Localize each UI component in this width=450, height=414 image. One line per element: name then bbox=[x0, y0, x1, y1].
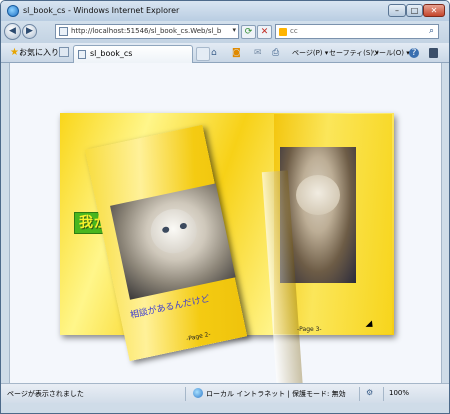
stop-button[interactable]: ✕ bbox=[257, 25, 272, 39]
protected-mode-icon[interactable]: ⚙ bbox=[366, 388, 373, 397]
zoom-level[interactable]: 100% bbox=[389, 389, 409, 397]
status-separator bbox=[185, 387, 186, 401]
home-icon[interactable]: ⌂ bbox=[211, 47, 217, 60]
tab-page-icon bbox=[78, 50, 86, 59]
search-input[interactable]: cc bbox=[290, 27, 298, 35]
help-icon[interactable]: ? bbox=[409, 48, 419, 58]
tab-label: sl_book_cs bbox=[90, 49, 133, 58]
star-icon: ★ bbox=[10, 47, 19, 58]
quick-tabs-icon[interactable] bbox=[59, 47, 69, 57]
page-icon bbox=[59, 27, 68, 36]
security-zone[interactable]: ローカル イントラネット | 保護モード: 無効 bbox=[206, 389, 346, 399]
close-button[interactable]: ✕ bbox=[423, 4, 445, 17]
feeds-icon[interactable]: ◙ bbox=[232, 47, 241, 60]
window-title: sl_book_cs - Windows Internet Explorer bbox=[23, 6, 180, 15]
page-menu[interactable]: ページ(P) ▾ bbox=[292, 47, 328, 60]
live-search-icon bbox=[279, 28, 287, 36]
status-text: ページが表示されました bbox=[7, 390, 84, 398]
address-bar[interactable]: http://localhost:51546/sl_book_cs.Web/sl… bbox=[55, 24, 239, 39]
tools-menu[interactable]: ツール(O) ▾ bbox=[372, 47, 410, 60]
print-icon[interactable]: ⎙ bbox=[272, 47, 279, 60]
browser-window: sl_book_cs - Windows Internet Explorer –… bbox=[0, 0, 450, 414]
status-separator bbox=[383, 387, 384, 401]
refresh-button[interactable]: ⟳ bbox=[241, 25, 256, 39]
favorites-button[interactable]: ★お気に入り bbox=[7, 46, 62, 60]
back-button[interactable]: ◀ bbox=[4, 23, 21, 40]
maximize-button[interactable]: □ bbox=[406, 4, 423, 17]
status-bar: ページが表示されました ローカル イントラネット | 保護モード: 無効 ⚙ 1… bbox=[1, 383, 449, 403]
window-bottom-border bbox=[1, 403, 449, 413]
new-tab-button[interactable] bbox=[196, 47, 210, 61]
status-separator bbox=[359, 387, 360, 401]
tab-sl-book-cs[interactable]: sl_book_cs bbox=[73, 45, 193, 63]
page3-label: -Page 3- bbox=[297, 326, 322, 333]
search-box[interactable]: cc ⌕ bbox=[275, 24, 439, 39]
ie-logo-icon bbox=[7, 5, 19, 17]
page-viewport: 我が家のネコ -Page 3- 相談があるんだけど -Page 2- bbox=[9, 63, 442, 408]
tab-command-row: ★お気に入り sl_book_cs ⌂ ◙ ✉ ⎙ ページ(P) ▾ セーフティ… bbox=[1, 43, 449, 63]
page2-label: -Page 2- bbox=[185, 330, 212, 343]
search-icon[interactable]: ⌕ bbox=[429, 26, 434, 36]
address-row: ◀ ▶ http://localhost:51546/sl_book_cs.We… bbox=[1, 21, 449, 43]
cat-eye bbox=[161, 226, 170, 234]
title-bar[interactable]: sl_book_cs - Windows Internet Explorer –… bbox=[1, 1, 449, 21]
research-icon[interactable] bbox=[429, 48, 438, 58]
minimize-button[interactable]: – bbox=[388, 4, 406, 17]
intranet-zone-icon bbox=[193, 388, 203, 398]
favorites-label: お気に入り bbox=[18, 48, 59, 57]
address-dropdown-icon[interactable]: ▾ bbox=[232, 26, 236, 34]
cat-photo-left bbox=[110, 183, 236, 300]
forward-button[interactable]: ▶ bbox=[22, 24, 37, 39]
mail-icon[interactable]: ✉ bbox=[254, 47, 262, 60]
cat-eye bbox=[179, 222, 188, 230]
address-text[interactable]: http://localhost:51546/sl_book_cs.Web/sl… bbox=[71, 27, 221, 35]
